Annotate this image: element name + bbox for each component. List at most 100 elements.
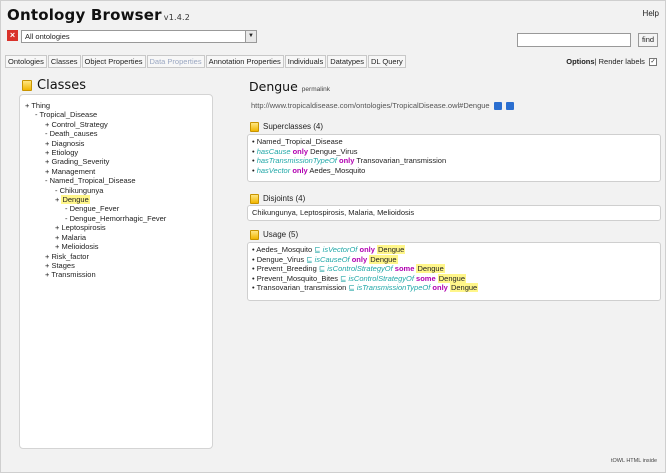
superclasses-heading: Superclasses (4) [250,122,323,132]
render-labels-checkbox[interactable]: ✓ [649,58,657,67]
chevron-down-icon[interactable]: ▼ [245,31,256,42]
tree-item[interactable]: + Malaria [25,233,166,242]
class-link[interactable]: Named_Tropical_Disease [257,137,343,146]
permalink-link[interactable]: permalink [302,86,330,93]
entity-heading: Dengue permalink [249,79,330,94]
tree-item-label: + Control_Strategy [45,119,108,129]
tree-item-label: + Grading_Severity [45,157,110,167]
tree-item[interactable]: + Etiology [25,148,166,157]
tree-item[interactable]: + Dengue [25,195,166,205]
tree-item-label: + Melioidosis [55,242,99,252]
tree-item[interactable]: - Tropical_Disease [25,110,166,119]
tab-annotation-properties[interactable]: Annotation Properties [205,55,284,68]
disjoints-box: Chikungunya, Leptospirosis, Malaria, Mel… [247,205,661,221]
tab-object-properties[interactable]: Object Properties [81,55,146,68]
tree-item[interactable]: + Leptospirosis [25,223,166,232]
tree-item[interactable]: + Management [25,167,166,176]
external-link-icon[interactable] [493,102,502,111]
usage-title: Usage (5) [263,230,299,240]
class-link[interactable]: Prevent_Mosquito_Bites [257,274,338,283]
usage-item: • Transovarian_transmission ⊑ isTransmis… [252,283,479,292]
tree-item[interactable]: + Control_Strategy [25,120,166,129]
class-link[interactable]: Aedes_Mosquito [309,166,365,175]
tree-item-label: + Management [45,166,96,176]
search-input[interactable] [517,33,631,47]
subclass-operator: ⊑ [340,273,347,283]
class-link[interactable]: Transovarian_transmission [257,283,347,292]
restriction-keyword: only [292,165,308,175]
disjoints-text: Chikungunya, Leptospirosis, Malaria, Mel… [252,208,415,217]
class-link[interactable]: Transovarian_transmission [356,156,446,165]
tab-dl-query[interactable]: DL Query [367,55,406,68]
options-bar: Options| Render labels ✓ [566,57,657,67]
tab-data-properties[interactable]: Data Properties [146,55,205,68]
tree-item[interactable]: + Stages [25,261,166,270]
tree-item-label: - Named_Tropical_Disease [45,176,136,186]
tree-item[interactable]: + Grading_Severity [25,157,166,166]
class-link[interactable]: Dengue [449,283,479,292]
classes-title: Classes [37,78,86,93]
usage-heading: Usage (5) [250,230,298,240]
usage-item: • Prevent_Breeding ⊑ isControlStrategyOf… [252,264,445,273]
property-link[interactable]: isVectorOf [323,245,358,254]
superclass-item: • hasVector only Aedes_Mosquito [252,165,366,175]
tab-ontologies[interactable]: Ontologies [5,55,47,68]
entity-uri: http://www.tropicaldisease.com/ontologie… [251,101,514,111]
tab-individuals[interactable]: Individuals [284,55,327,68]
options-link[interactable]: Options [566,57,594,66]
class-link[interactable]: Dengue [437,273,467,283]
tree-item[interactable]: - Death_causes [25,129,166,138]
subclass-operator: ⊑ [348,283,355,292]
property-link[interactable]: hasTransmissionTypeOf [257,156,337,165]
tree-item[interactable]: + Thing [25,101,166,110]
usage-box: • Aedes_Mosquito ⊑ isVectorOf only Dengu… [247,242,661,301]
tree-item-label: + Thing [25,101,51,110]
app-version: v1.4.2 [163,13,191,22]
tree-item[interactable]: - Dengue_Fever [25,204,166,213]
entity-name: Dengue [249,79,298,94]
class-link[interactable]: Dengue [416,264,445,273]
property-link[interactable]: hasCause [257,147,291,156]
section-icon [250,230,259,240]
tree-item-label: - Dengue_Fever [65,204,120,214]
class-link[interactable]: Dengue_Virus [257,255,304,264]
external-link-icon[interactable] [505,102,514,111]
find-button[interactable]: find [638,33,658,47]
class-link[interactable]: Dengue [377,245,406,254]
class-link[interactable]: Aedes_Mosquito [256,245,312,254]
subclass-operator: ⊑ [306,254,313,264]
tree-item[interactable]: + Melioidosis [25,242,166,251]
tree-item[interactable]: + Transmission [25,270,166,279]
disjoints-title: Disjoints (4) [263,194,306,204]
tree-item-label: - Chikungunya [55,185,104,195]
subclass-operator: ⊑ [314,245,321,254]
close-icon[interactable]: × [7,30,18,41]
help-link[interactable]: Help [643,9,659,18]
class-link[interactable]: Dengue_Virus [310,147,357,156]
class-link[interactable]: Dengue [369,254,398,264]
tree-item-label: + Diagnosis [45,138,85,148]
tree-item[interactable]: + Risk_factor [25,252,166,261]
property-link[interactable]: isTransmissionTypeOf [357,283,431,292]
tree-item[interactable]: - Dengue_Hemorrhagic_Fever [25,214,166,223]
ontology-select-value: All ontologies [25,32,70,41]
browser-window: Ontology Browser v1.4.2 Help × All ontolo… [0,0,666,473]
restriction-keyword: only [338,156,355,165]
tree-item[interactable]: - Chikungunya [25,186,166,195]
property-link[interactable]: hasVector [257,166,291,175]
property-link[interactable]: isControlStrategyOf [349,274,414,283]
tree-item-label: - Death_causes [45,129,98,139]
render-labels-label: Render labels [598,57,645,66]
class-link[interactable]: Prevent_Breeding [257,264,317,273]
property-link[interactable]: isControlStrategyOf [327,264,392,273]
tab-datatypes[interactable]: Datatypes [327,55,367,68]
tab-classes[interactable]: Classes [47,55,81,68]
restriction-keyword: some [394,264,415,273]
tree-item-label: + Etiology [45,148,79,158]
tree-item-label: Dengue [61,195,90,205]
tree-item[interactable]: - Named_Tropical_Disease [25,176,166,185]
ontology-select[interactable]: All ontologies ▼ [21,30,257,43]
usage-item: • Prevent_Mosquito_Bites ⊑ isControlStra… [252,273,467,283]
property-link[interactable]: isCauseOf [315,255,350,264]
tree-item[interactable]: + Diagnosis [25,139,166,148]
